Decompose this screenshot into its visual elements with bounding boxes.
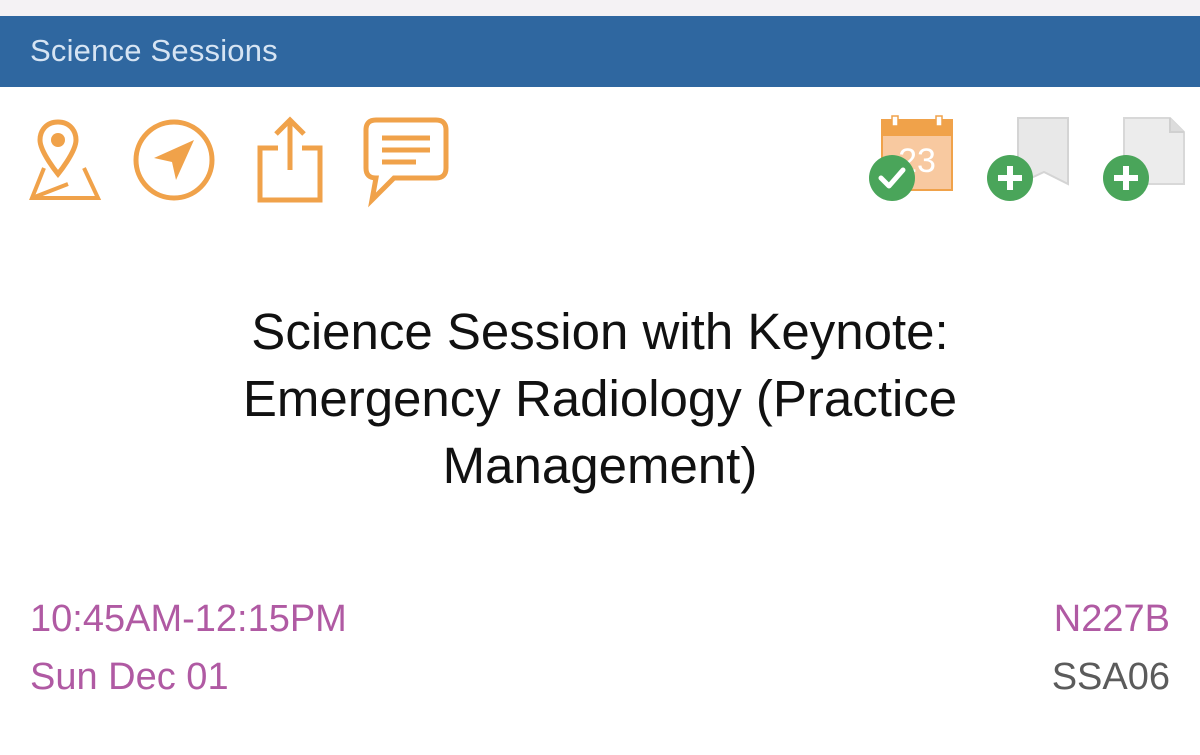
add-bookmark-button[interactable] [984,116,1072,202]
navigate-button[interactable] [132,118,216,202]
chat-bubble-icon [363,117,449,208]
status-bar [0,0,1200,16]
session-date: Sun Dec 01 [30,656,229,698]
session-title: Science Session with Keynote: Emergency … [242,303,958,494]
navigation-arrow-icon [133,119,215,201]
map-pin-icon [29,119,102,200]
add-note-button[interactable] [1100,116,1188,202]
calendar-added-button[interactable]: 23 [866,115,956,202]
calendar-added-icon: 23 [869,115,953,201]
bookmark-add-icon [987,117,1069,201]
navigation-bar: Science Sessions [0,16,1200,87]
map-location-button[interactable] [16,118,102,202]
share-button[interactable] [256,116,324,203]
session-room[interactable]: N227B [1054,597,1170,641]
session-time-range: 10:45AM-12:15PM [30,598,347,640]
comments-button[interactable] [362,116,450,208]
note-add-icon [1103,117,1185,201]
nav-title: Science Sessions [30,33,278,68]
session-code: SSA06 [1051,656,1170,698]
share-icon [257,116,323,203]
